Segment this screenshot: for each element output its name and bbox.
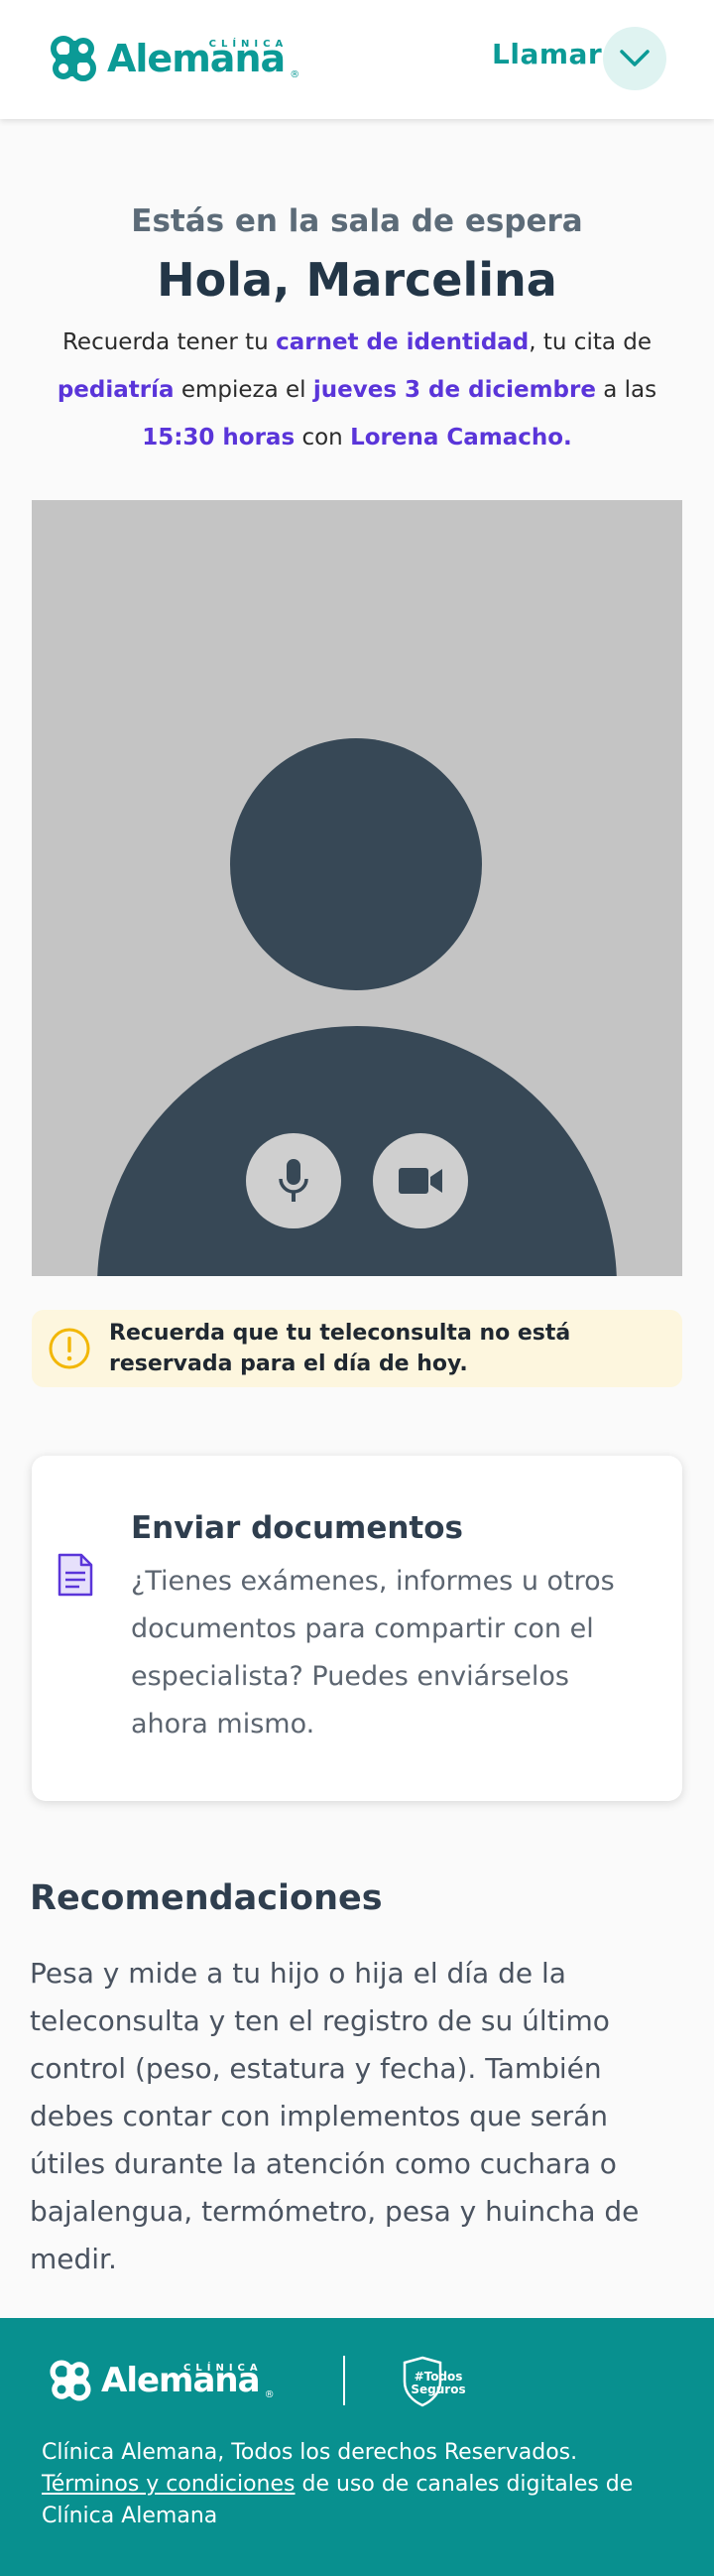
message-highlight-doctor: Lorena Camacho. [350,425,572,451]
top-header: CLÍNICA Alemana ® Llamar [0,0,714,119]
message-highlight-specialty: pediatría [57,377,175,403]
send-documents-card[interactable]: Enviar documentos ¿Tienes exámenes, info… [32,1456,682,1801]
footer-legal-text: Clínica Alemana, Todos los derechos Rese… [42,2437,686,2532]
logo-cross-icon [50,2360,91,2401]
logo-cross-icon [51,36,96,81]
footer-logo[interactable]: CLÍNICA Alemana ® [46,2356,275,2405]
waiting-room-subtitle: Estás en la sala de espera [131,203,583,239]
send-documents-title: Enviar documentos [131,1510,463,1546]
waiting-room-intro: Estás en la sala de espera Hola, Marceli… [30,203,684,461]
recommendations-text: Pesa y mide a tu hijo o hija el día de l… [30,1957,640,2275]
message-text: con [295,425,351,451]
video-preview [32,500,682,1276]
footer-logo-registered-mark: ® [264,2389,275,2400]
send-documents-description: ¿Tienes exámenes, informes u otros docum… [131,1566,615,1739]
recommendations-title: Recomendaciones [30,1878,383,1918]
terms-conditions-link[interactable]: Términos y condiciones [42,2472,296,2497]
logo-wordmark: CLÍNICA Alemana ® [107,37,299,80]
logo-registered-mark: ® [290,69,300,80]
greeting-title: Hola, Marcelina [157,253,557,307]
message-text: Recuerda tener tu [61,329,277,355]
badge-line-2: Seguros [411,2383,465,2396]
badge-line-1: #Todos [415,2370,463,2383]
todos-seguros-shield-icon: #Todos Seguros [403,2356,466,2407]
chevron-down-icon [620,50,650,66]
logo-small-text: CLÍNICA [208,39,289,50]
message-highlight-time: 15:30 horas [142,425,296,451]
message-highlight-date: jueves 3 de diciembre [312,377,596,403]
warning-alert: Recuerda que tu teleconsulta no está res… [32,1310,682,1387]
message-text: a las [595,377,657,403]
page-footer: CLÍNICA Alemana ® #Todos Seguros Clínica… [0,2318,714,2576]
avatar-body [97,1026,617,1276]
document-icon [58,1553,93,1597]
exclamation-circle-icon [49,1328,90,1369]
avatar-head [230,738,482,990]
call-link[interactable]: Llamar [492,38,602,70]
clinica-alemana-logo[interactable]: CLÍNICA Alemana ® [46,30,299,87]
footer-logo-wordmark: CLÍNICA Alemana ® [101,2361,275,2400]
appointment-message: Recuerda tener tu carnet de identidad, t… [30,319,684,461]
message-highlight-id: carnet de identidad [276,329,530,355]
message-text: empieza el [174,377,313,403]
video-camera-icon [399,1168,442,1194]
microphone-icon [279,1159,308,1202]
footer-rights: Clínica Alemana, Todos los derechos Rese… [42,2440,578,2465]
footer-logo-small-text: CLÍNICA [183,2363,263,2374]
camera-button[interactable] [373,1133,468,1228]
footer-divider [343,2356,345,2405]
menu-toggle-button[interactable] [603,27,666,90]
alert-message: Recuerda que tu teleconsulta no está res… [109,1321,571,1376]
footer-terms-line: Términos y condiciones de uso de canales… [42,2469,686,2532]
microphone-button[interactable] [246,1133,341,1228]
message-text: , tu cita de [529,329,653,355]
